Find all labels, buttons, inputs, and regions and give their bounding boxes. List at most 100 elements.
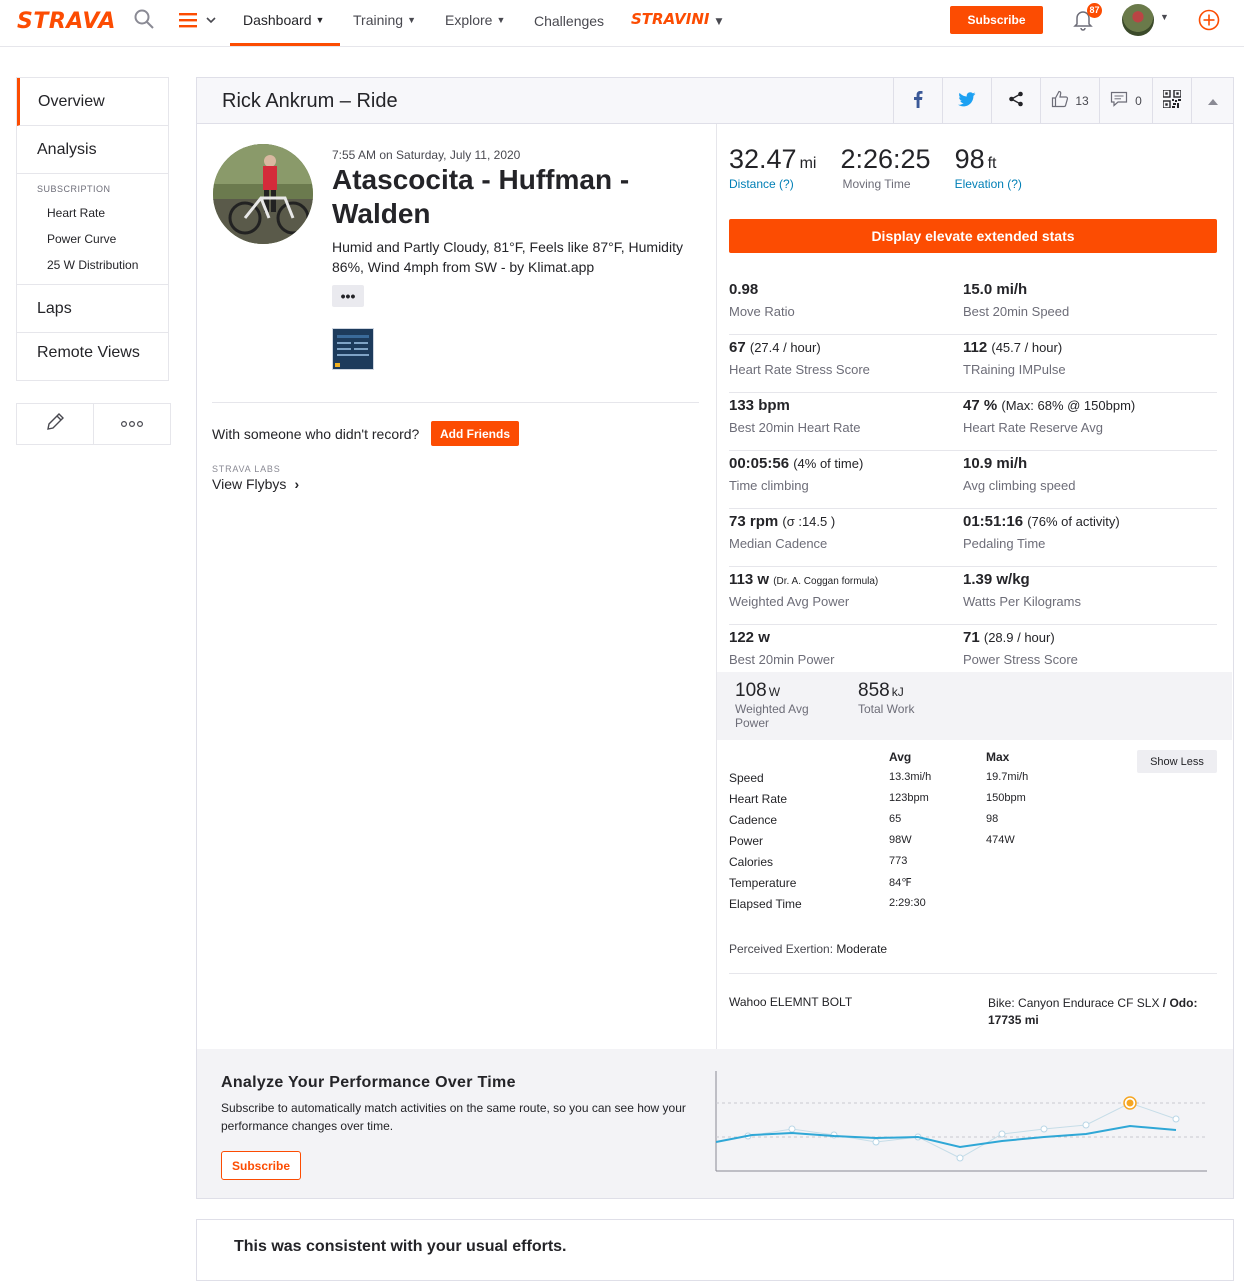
user-avatar[interactable] [1122, 4, 1154, 36]
extended-stat: 112 (45.7 / hour) TRaining IMPulse [963, 335, 1197, 392]
extended-stat: 15.0 mi/h Best 20min Speed [963, 277, 1197, 334]
extended-stat-label: Pedaling Time [963, 536, 1046, 551]
sidebar-item-overview[interactable]: Overview [17, 78, 168, 126]
nav-explore[interactable]: Explore ▼ [445, 12, 505, 28]
activity-date: 7:55 AM on Saturday, July 11, 2020 [332, 148, 521, 162]
sidebar-item-power-curve[interactable]: Power Curve [17, 226, 168, 252]
extended-stat-value: 112 (45.7 / hour) [963, 339, 1063, 356]
activity-photo-thumbnail[interactable] [332, 328, 374, 370]
add-friends-button[interactable]: Add Friends [431, 421, 519, 446]
kudos-button[interactable]: 13 [1040, 78, 1099, 123]
extended-stat-label: Best 20min Heart Rate [729, 420, 861, 435]
extended-stat-value: 133 bpm [729, 397, 790, 414]
extended-stat-value: 73 rpm (σ :14.5 ) [729, 513, 836, 530]
sidebar-item-laps[interactable]: Laps [17, 285, 168, 333]
extended-stat-label: Heart Rate Stress Score [729, 362, 870, 377]
consistency-card: This was consistent with your usual effo… [196, 1219, 1234, 1281]
max-header: Max [986, 750, 1010, 764]
analyze-subscribe-button[interactable]: Subscribe [221, 1151, 301, 1180]
strava-labs-label: STRAVA LABS [212, 464, 281, 474]
extended-stat-label: Move Ratio [729, 304, 795, 319]
extended-stat-value: 47 % (Max: 68% @ 150bpm) [963, 397, 1136, 414]
chevron-down-icon[interactable]: ▼ [1160, 12, 1169, 22]
qr-code-icon [1162, 89, 1182, 111]
activity-description: Humid and Partly Cloudy, 81°F, Feels lik… [332, 239, 683, 275]
subscription-label: SUBSCRIPTION [37, 184, 111, 194]
extended-stat: 133 bpm Best 20min Heart Rate [729, 393, 963, 450]
pencil-icon [44, 411, 66, 438]
stat-weighted-avg-power: 108 W Weighted Avg Power [735, 680, 809, 730]
table-cell-avg: 13.3mi/h [889, 771, 932, 783]
chevron-down-icon: ▼ [496, 15, 506, 25]
plus-circle-icon[interactable] [1198, 9, 1220, 36]
subscribe-button[interactable]: Subscribe [950, 6, 1043, 34]
extended-stats-row: 113 w (Dr. A. Coggan formula) Weighted Av… [729, 567, 1217, 625]
extended-stat-label: Median Cadence [729, 536, 828, 551]
nav-dashboard[interactable]: Dashboard ▼ [243, 12, 324, 28]
show-less-button[interactable]: Show Less [1137, 750, 1217, 773]
bike-name[interactable]: Canyon Endurace CF SLX [1018, 996, 1159, 1010]
table-cell-avg: 84℉ [889, 877, 912, 889]
ellipsis-icon [120, 415, 144, 433]
thumbs-up-icon [1051, 90, 1069, 111]
extended-stats-row: 0.98 Move Ratio 15.0 mi/h Best 20min Speed [729, 277, 1217, 335]
collapse-button[interactable] [1191, 78, 1233, 123]
activity-name: Atascocita - Huffman - Walden [332, 164, 630, 229]
sidebar-item-heart-rate[interactable]: Heart Rate [17, 200, 168, 226]
divider [729, 973, 1217, 974]
extended-stat-value: 0.98 [729, 281, 759, 298]
sidebar-tools [16, 403, 171, 445]
twitter-share-button[interactable] [942, 78, 991, 123]
sidebar-item-remote-views[interactable]: Remote Views [17, 333, 168, 380]
search-icon[interactable] [134, 9, 154, 29]
kudos-count: 13 [1075, 93, 1089, 108]
nav-training[interactable]: Training ▼ [353, 12, 416, 28]
table-cell-label: Heart Rate [729, 792, 788, 806]
device-name: Wahoo ELEMNT BOLT [729, 995, 853, 1009]
extended-stat: 1.39 w/kg Watts Per Kilograms [963, 567, 1197, 624]
table-cell-label: Elapsed Time [729, 897, 802, 911]
sidebar-item-analysis[interactable]: Analysis [17, 126, 168, 174]
sidebar-item-distribution[interactable]: 25 W Distribution [17, 252, 168, 278]
strava-logo[interactable]: STRAVA [17, 9, 116, 34]
share-button[interactable] [991, 78, 1040, 123]
show-more-button[interactable]: ••• [332, 285, 364, 307]
more-actions-button[interactable] [94, 404, 170, 444]
table-cell-max: 19.7mi/h [986, 771, 1029, 783]
athlete-photo[interactable] [213, 144, 313, 244]
view-flybys-link[interactable]: View Flybys › [212, 476, 299, 492]
extended-stat: 10.9 mi/h Avg climbing speed [963, 451, 1197, 508]
extended-stat: 01:51:16 (76% of activity) Pedaling Time [963, 509, 1197, 566]
facebook-share-button[interactable] [893, 78, 942, 123]
extended-stat: 113 w (Dr. A. Coggan formula) Weighted Av… [729, 567, 963, 624]
extended-stat-label: Time climbing [729, 478, 809, 493]
table-cell-label: Speed [729, 771, 764, 785]
elevate-extended-stats-button[interactable]: Display elevate extended stats [729, 219, 1217, 253]
caret-up-icon [1207, 94, 1218, 108]
nav-challenges[interactable]: Challenges [534, 13, 604, 29]
stat-elevation: 98 ft Elevation (?) [954, 144, 1022, 191]
facebook-icon [913, 90, 923, 111]
performance-preview-chart [712, 1067, 1212, 1184]
table-cell-label: Temperature [729, 876, 797, 890]
table-cell-avg: 123bpm [889, 792, 929, 804]
edit-button[interactable] [17, 404, 94, 444]
hamburger-menu-icon[interactable] [179, 12, 217, 33]
extended-stat-label: Weighted Avg Power [729, 594, 850, 609]
consistency-title: This was consistent with your usual effo… [234, 1238, 567, 1255]
comments-button[interactable]: 0 [1099, 78, 1152, 123]
distance-label[interactable]: Distance (?) [729, 177, 816, 191]
extended-stats-grid: 0.98 Move Ratio 15.0 mi/h Best 20min Speed 6… [729, 277, 1217, 682]
sidebar-subscription-group: SUBSCRIPTION Heart Rate Power Curve 25 W… [17, 174, 168, 285]
qr-code-button[interactable] [1152, 78, 1191, 123]
elevation-label[interactable]: Elevation (?) [955, 177, 1022, 191]
table-cell-label: Power [729, 834, 764, 848]
table-cell-avg: 2:29:30 [889, 897, 926, 909]
extended-stat-label: Watts Per Kilograms [963, 594, 1081, 609]
stravini-menu[interactable]: STRAVINI ▼ [631, 10, 722, 28]
extended-stat: 00:05:56 (4% of time) Time climbing [729, 451, 963, 508]
column-divider [716, 124, 717, 1049]
extended-stat-value: 15.0 mi/h [963, 281, 1028, 298]
exertion-value: Moderate [836, 942, 888, 956]
table-cell-label: Calories [729, 855, 774, 869]
